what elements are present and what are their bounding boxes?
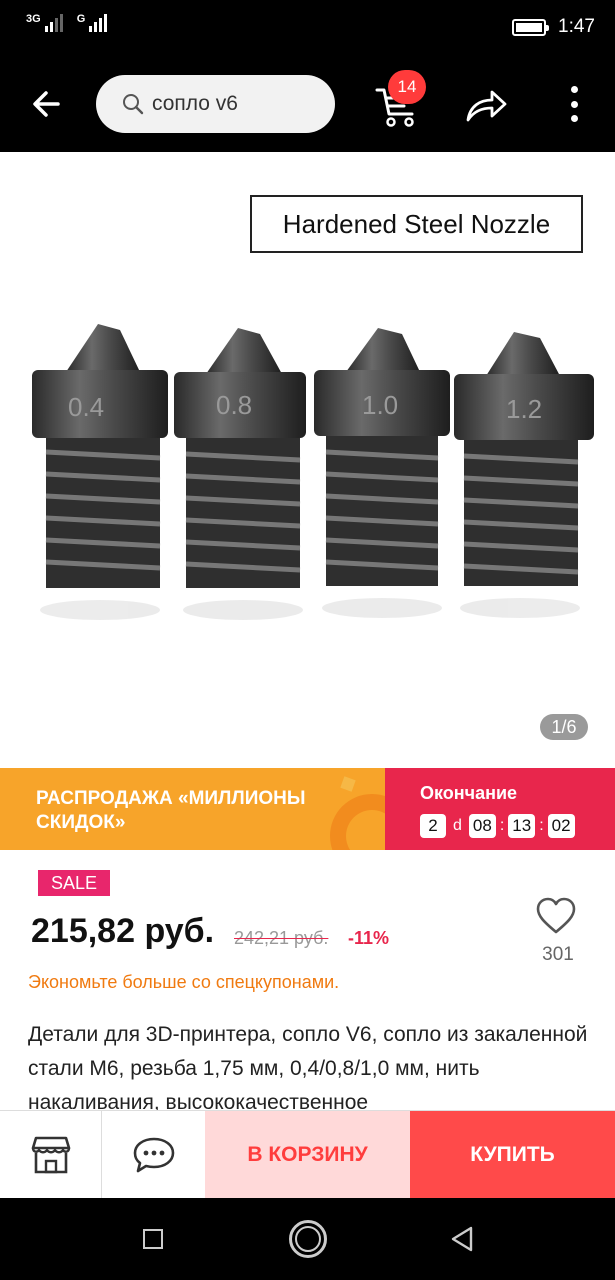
- old-price: 242,21 руб.: [234, 928, 329, 948]
- product-image-gallery[interactable]: Hardened Steel Nozzle 0.4 0.8 1.0 1.2 1/…: [0, 152, 615, 768]
- share-icon[interactable]: [464, 86, 508, 124]
- recents-icon[interactable]: [143, 1229, 163, 1249]
- chat-icon: [133, 1137, 175, 1173]
- store-button[interactable]: [0, 1111, 102, 1199]
- system-nav-bar: [0, 1198, 615, 1280]
- product-title: Детали для 3D-принтера, сопло V6, сопло …: [28, 1023, 588, 1110]
- store-icon: [31, 1136, 70, 1174]
- promo-title: РАСПРОДАЖА «МИЛЛИОНЫ СКИДОК»: [36, 788, 306, 833]
- discount-percent: -11%: [348, 928, 390, 948]
- network-type-label: 3G: [26, 13, 41, 25]
- current-price: 215,82 руб.: [31, 912, 215, 950]
- nozzles-product-image: 0.4 0.8 1.0 1.2: [32, 324, 594, 620]
- promo-countdown-panel: Окончание 2 d 08 : 13 : 02: [385, 768, 615, 850]
- bottom-action-bar: В КОРЗИНУ КУПИТЬ: [0, 1110, 615, 1199]
- image-pager: 1/6: [540, 714, 588, 740]
- network-type-label-2: G: [76, 13, 86, 25]
- timer-days: 2: [420, 814, 446, 838]
- timer-colon: :: [499, 817, 505, 834]
- timer-seconds: 02: [547, 814, 575, 838]
- nozzle-size-label-1: 0.4: [68, 392, 104, 422]
- signal-g-icon: G: [77, 14, 108, 32]
- sale-badge: SALE: [38, 870, 110, 896]
- wishlist-count: 301: [542, 944, 574, 965]
- countdown-timer: 2 d 08 : 13 : 02: [420, 814, 575, 838]
- search-input[interactable]: сопло v6: [96, 75, 335, 133]
- timer-minutes: 13: [508, 814, 536, 838]
- nozzle-size-label-4: 1.2: [506, 394, 542, 424]
- nozzle-size-label-3: 1.0: [362, 390, 398, 420]
- more-options-icon[interactable]: [560, 86, 588, 122]
- status-bar: 3G G 1:47: [0, 0, 615, 58]
- timer-colon: :: [539, 817, 544, 834]
- wishlist-heart-icon[interactable]: [534, 896, 578, 936]
- battery-icon: [512, 18, 550, 36]
- add-to-cart-button[interactable]: В КОРЗИНУ: [205, 1111, 410, 1199]
- search-query: сопло v6: [152, 92, 238, 115]
- top-nav: сопло v6 14: [0, 58, 615, 152]
- timer-hours: 08: [468, 814, 496, 838]
- cart-count-badge: 14: [388, 70, 426, 104]
- coupon-link[interactable]: Экономьте больше со спецкупонами.: [28, 972, 339, 993]
- promo-sale-panel: РАСПРОДАЖА «МИЛЛИОНЫ СКИДОК»: [0, 768, 385, 850]
- promo-banner[interactable]: РАСПРОДАЖА «МИЛЛИОНЫ СКИДОК» Окончание 2…: [0, 768, 615, 850]
- signal-3g-icon: 3G: [26, 14, 63, 32]
- buy-now-button[interactable]: КУПИТЬ: [410, 1111, 615, 1199]
- clock: 1:47: [558, 16, 595, 37]
- home-icon[interactable]: [289, 1220, 327, 1258]
- timer-days-unit: d: [453, 817, 462, 834]
- promo-ending-label: Окончание: [420, 783, 518, 803]
- search-icon: [123, 94, 144, 115]
- system-back-icon[interactable]: [450, 1226, 474, 1252]
- nozzle-size-label-2: 0.8: [216, 390, 252, 420]
- back-arrow-icon[interactable]: [28, 84, 68, 124]
- chat-button[interactable]: [103, 1111, 205, 1199]
